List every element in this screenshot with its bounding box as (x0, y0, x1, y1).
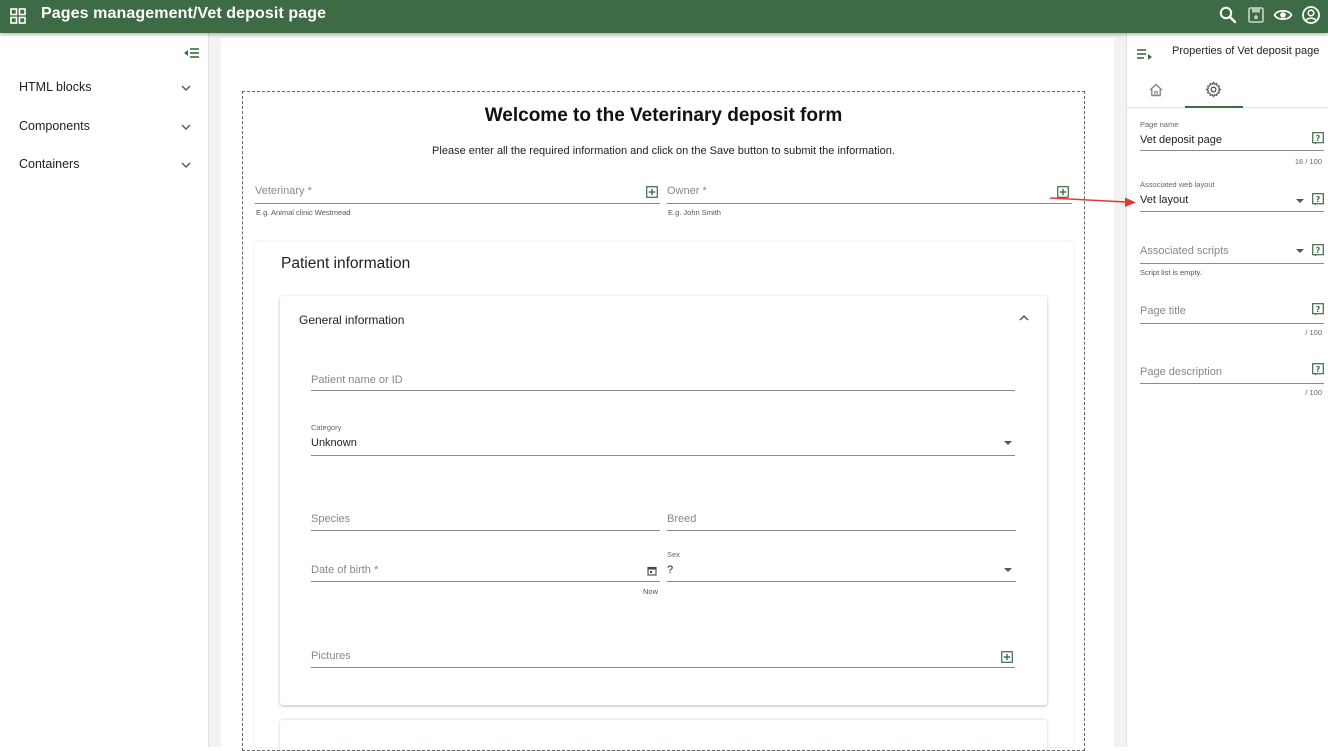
properties-title: Properties of Vet deposit page (1172, 45, 1320, 57)
svg-text:?: ? (1316, 305, 1321, 314)
veterinary-field[interactable] (255, 203, 660, 204)
html-blocks-section[interactable]: HTML blocks (19, 80, 194, 102)
components-label: Components (19, 119, 90, 133)
owner-field[interactable] (667, 203, 1072, 204)
category-label: Category (311, 423, 342, 432)
page-name-field[interactable] (1140, 150, 1324, 151)
dropdown-arrow-icon (1296, 249, 1304, 253)
page-name-counter: 16 / 100 (1294, 157, 1322, 166)
components-panel: HTML blocks Components Containers (0, 33, 209, 747)
web-layout-label: Associated web layout (1140, 180, 1215, 189)
patient-name-field[interactable] (311, 390, 1015, 391)
collapse-panel-icon[interactable] (183, 46, 200, 60)
general-information-panel (280, 296, 1047, 705)
veterinary-field-label: Veterinary * (255, 185, 312, 197)
sex-select[interactable] (667, 581, 1016, 582)
properties-toggle-icon[interactable] (1136, 47, 1153, 61)
next-panel (280, 720, 1047, 750)
sex-label: Sex (667, 550, 680, 559)
containers-label: Containers (19, 157, 80, 171)
species-label: Species (311, 513, 351, 525)
dropdown-arrow-icon (1004, 441, 1012, 445)
help-icon[interactable]: ? (1312, 244, 1324, 257)
help-icon[interactable]: ? (1312, 193, 1324, 206)
chevron-down-icon (181, 124, 191, 130)
page-name-value: Vet deposit page (1140, 134, 1222, 146)
pictures-label: Pictures (311, 650, 351, 662)
web-layout-value: Vet layout (1140, 194, 1189, 206)
save-icon[interactable] (1246, 5, 1266, 25)
category-select[interactable] (311, 455, 1015, 456)
web-layout-select[interactable] (1140, 211, 1324, 212)
date-of-birth-field[interactable] (311, 581, 660, 582)
sex-value: ? (667, 564, 674, 576)
chevron-down-icon (181, 85, 191, 91)
page-title-field[interactable] (1140, 323, 1324, 324)
properties-panel: Properties of Vet deposit page Page name… (1126, 33, 1328, 747)
calendar-icon[interactable] (647, 566, 657, 576)
date-of-birth-hint: Now (643, 587, 659, 596)
components-section[interactable]: Components (19, 119, 194, 141)
patient-name-label: Patient name or ID (311, 374, 403, 386)
home-icon[interactable] (1148, 82, 1164, 98)
species-field[interactable] (311, 530, 660, 531)
form-subtitle: Please enter all the required informatio… (432, 145, 895, 157)
breed-field[interactable] (667, 530, 1016, 531)
patient-information-title: Patient information (281, 255, 411, 272)
page-description-field[interactable] (1140, 383, 1324, 384)
general-information-title[interactable]: General information (299, 313, 404, 327)
tab-settings[interactable] (1185, 73, 1243, 108)
containers-section[interactable]: Containers (19, 157, 194, 179)
pictures-field[interactable] (311, 667, 1015, 668)
add-picture-icon[interactable] (1001, 651, 1013, 663)
add-veterinary-icon[interactable] (646, 186, 658, 198)
svg-text:?: ? (1316, 365, 1321, 374)
chevron-up-icon[interactable] (1019, 314, 1029, 321)
page-title-counter: / 100 (1305, 328, 1322, 337)
date-of-birth-label: Date of birth * (311, 564, 379, 576)
search-icon[interactable] (1218, 5, 1238, 25)
scripts-hint: Script list is empty. (1140, 268, 1202, 277)
scripts-label: Associated scripts (1140, 245, 1229, 257)
chevron-down-icon (181, 162, 191, 168)
page-name-label: Page name (1140, 120, 1179, 129)
svg-text:?: ? (1316, 134, 1321, 143)
help-icon[interactable]: ? (1312, 132, 1324, 145)
svg-text:?: ? (1316, 246, 1321, 255)
top-app-bar: Pages management/Vet deposit page (0, 0, 1328, 33)
form-title: Welcome to the Veterinary deposit form (484, 105, 843, 126)
page-title: Pages management/Vet deposit page (41, 5, 327, 22)
owner-field-label: Owner * (667, 185, 707, 197)
page-description-counter: / 100 (1305, 388, 1322, 397)
dashboard-icon[interactable] (10, 8, 26, 24)
help-icon[interactable]: ? (1312, 303, 1324, 316)
veterinary-hint: E.g. Animal clinic Westmead (256, 208, 351, 217)
scripts-select[interactable] (1140, 263, 1324, 264)
help-icon[interactable]: ? (1312, 363, 1324, 376)
breed-label: Breed (667, 513, 697, 525)
svg-text:?: ? (1316, 195, 1321, 204)
page-description-label: Page description (1140, 366, 1222, 378)
gear-icon (1205, 81, 1222, 98)
dropdown-arrow-icon (1296, 199, 1304, 203)
owner-hint: E.g. John Smith (668, 208, 721, 217)
properties-tabs (1127, 73, 1328, 108)
html-blocks-label: HTML blocks (19, 80, 92, 94)
eye-icon[interactable] (1273, 5, 1293, 25)
annotation-arrow-icon (1050, 197, 1136, 207)
page-title-field-label: Page title (1140, 305, 1186, 317)
category-value: Unknown (311, 437, 357, 449)
account-icon[interactable] (1301, 5, 1321, 25)
dropdown-arrow-icon (1004, 568, 1012, 572)
